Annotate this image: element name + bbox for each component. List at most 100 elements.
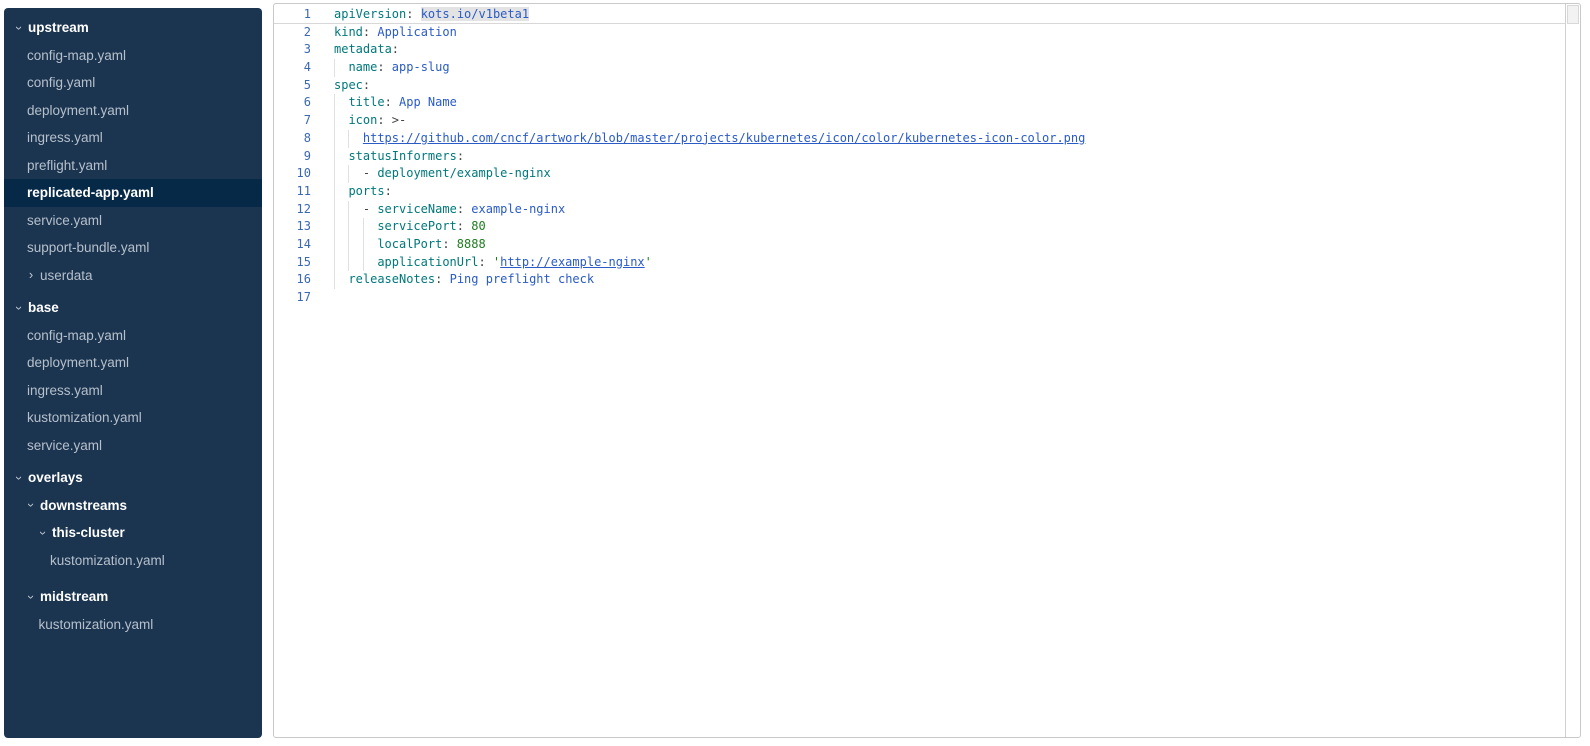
indent-guide — [348, 201, 362, 219]
code-text: releaseNotes: Ping preflight check — [334, 271, 594, 289]
code-text: name: app-slug — [334, 59, 450, 77]
tree-item-service-yaml[interactable]: service.yaml — [4, 432, 262, 460]
code-text: - serviceName: example-nginx — [334, 201, 565, 219]
indent-guide — [334, 218, 348, 236]
line-number: 15 — [274, 254, 311, 272]
tree-item-replicated-app-yaml[interactable]: replicated-app.yaml — [4, 179, 262, 207]
yaml-key: ports — [348, 184, 384, 198]
tree-item-downstreams[interactable]: ›downstreams — [4, 492, 262, 520]
code-text: title: App Name — [334, 94, 457, 112]
indent-guide — [334, 201, 348, 219]
yaml-punctuation: : — [406, 7, 420, 21]
indent-guide — [334, 236, 348, 254]
yaml-punctuation: : — [385, 184, 392, 198]
file-label: kustomization.yaml — [27, 410, 142, 425]
yaml-key: releaseNotes — [348, 272, 435, 286]
file-label: config-map.yaml — [27, 48, 126, 63]
folder-label: overlays — [28, 470, 83, 485]
file-label: service.yaml — [27, 213, 102, 228]
indent-guide — [348, 218, 362, 236]
line-number: 2 — [274, 24, 311, 42]
file-label: preflight.yaml — [27, 158, 107, 173]
chevron-down-icon[interactable]: › — [14, 23, 24, 33]
chevron-down-icon[interactable]: › — [14, 473, 24, 483]
yaml-punctuation: : — [363, 78, 370, 92]
code-line: 13servicePort: 80 — [274, 218, 1565, 236]
indent-guide — [334, 183, 348, 201]
indent-guide — [334, 130, 348, 148]
tree-item-upstream[interactable]: ›upstream — [4, 14, 262, 42]
yaml-key: spec — [334, 78, 363, 92]
tree-item-config-map-yaml[interactable]: config-map.yaml — [4, 42, 262, 70]
file-label: replicated-app.yaml — [27, 185, 154, 200]
code-line: 4name: app-slug — [274, 59, 1565, 77]
yaml-punctuation: : — [435, 272, 449, 286]
tree-item-this-cluster[interactable]: › this-cluster — [4, 519, 262, 547]
yaml-key: statusInformers — [348, 149, 456, 163]
yaml-punctuation: : — [385, 95, 399, 109]
tree-item-ingress-yaml[interactable]: ingress.yaml — [4, 124, 262, 152]
tree-item-preflight-yaml[interactable]: preflight.yaml — [4, 152, 262, 180]
code-line: 9statusInformers: — [274, 148, 1565, 166]
scrollbar-thumb[interactable] — [1567, 5, 1579, 24]
code-line: 5spec: — [274, 77, 1565, 95]
file-label: kustomization.yaml — [39, 617, 154, 632]
tree-item-base[interactable]: ›base — [4, 294, 262, 322]
folder-label: this-cluster — [52, 525, 125, 540]
editor-content[interactable]: 1apiVersion: kots.io/v1beta12kind: Appli… — [274, 6, 1565, 307]
indent-guide — [334, 59, 348, 77]
file-label: deployment.yaml — [27, 103, 129, 118]
tree-item-deployment-yaml[interactable]: deployment.yaml — [4, 97, 262, 125]
code-text: kind: Application — [334, 24, 457, 42]
yaml-url-link[interactable]: https://github.com/cncf/artwork/blob/mas… — [363, 131, 1085, 145]
code-text: https://github.com/cncf/artwork/blob/mas… — [334, 130, 1085, 148]
code-line: 7icon: >- — [274, 112, 1565, 130]
chevron-down-icon[interactable]: › — [26, 500, 36, 510]
file-label: ingress.yaml — [27, 130, 103, 145]
indent-guide — [348, 236, 362, 254]
line-number: 13 — [274, 218, 311, 236]
indent-guide — [334, 112, 348, 130]
tree-item-support-bundle-yaml[interactable]: support-bundle.yaml — [4, 234, 262, 262]
code-text: apiVersion: kots.io/v1beta1 — [334, 6, 529, 23]
code-text: spec: — [334, 77, 370, 95]
file-label: kustomization.yaml — [50, 553, 165, 568]
yaml-number: 80 — [471, 219, 485, 233]
yaml-key: localPort — [377, 237, 442, 251]
indent-guide — [334, 148, 348, 166]
yaml-key: servicePort — [377, 219, 456, 233]
line-number: 10 — [274, 165, 311, 183]
vertical-scrollbar[interactable] — [1565, 4, 1580, 737]
indent-guide — [334, 254, 348, 272]
indent-guide — [363, 218, 377, 236]
tree-item-userdata[interactable]: ›userdata — [4, 262, 262, 290]
line-number: 8 — [274, 130, 311, 148]
indent-guide — [348, 254, 362, 272]
yaml-key: name — [348, 60, 377, 74]
tree-item-overlays[interactable]: › overlays — [4, 464, 262, 492]
line-number: 6 — [274, 94, 311, 112]
yaml-key: serviceName — [377, 202, 456, 216]
yaml-url-link[interactable]: http://example-nginx — [500, 255, 645, 269]
chevron-down-icon[interactable]: › — [38, 528, 48, 538]
indent-guide — [334, 271, 348, 289]
tree-item-kustomization-yaml[interactable]: kustomization.yaml — [4, 547, 262, 575]
code-line: 2 kind: Application — [274, 24, 1565, 42]
tree-item-kustomization-yaml[interactable]: kustomization.yaml — [4, 404, 262, 432]
code-text: ports: — [334, 183, 392, 201]
code-line: 10- deployment/example-nginx — [274, 165, 1565, 183]
tree-item-config-map-yaml[interactable]: config-map.yaml — [4, 322, 262, 350]
tree-item-deployment-yaml[interactable]: deployment.yaml — [4, 349, 262, 377]
tree-item-kustomization-yaml[interactable]: kustomization.yaml — [4, 611, 262, 639]
tree-item-config-yaml[interactable]: config.yaml — [4, 69, 262, 97]
chevron-down-icon[interactable]: › — [26, 592, 36, 602]
tree-item-ingress-yaml[interactable]: ingress.yaml — [4, 377, 262, 405]
tree-item-midstream[interactable]: ›midstream — [4, 583, 262, 611]
tree-item-service-yaml[interactable]: service.yaml — [4, 207, 262, 235]
line-number: 11 — [274, 183, 311, 201]
code-line: 14localPort: 8888 — [274, 236, 1565, 254]
chevron-right-icon[interactable]: › — [26, 270, 36, 280]
chevron-down-icon[interactable]: › — [14, 303, 24, 313]
yaml-editor[interactable]: 1apiVersion: kots.io/v1beta12kind: Appli… — [273, 3, 1581, 738]
line-number: 14 — [274, 236, 311, 254]
